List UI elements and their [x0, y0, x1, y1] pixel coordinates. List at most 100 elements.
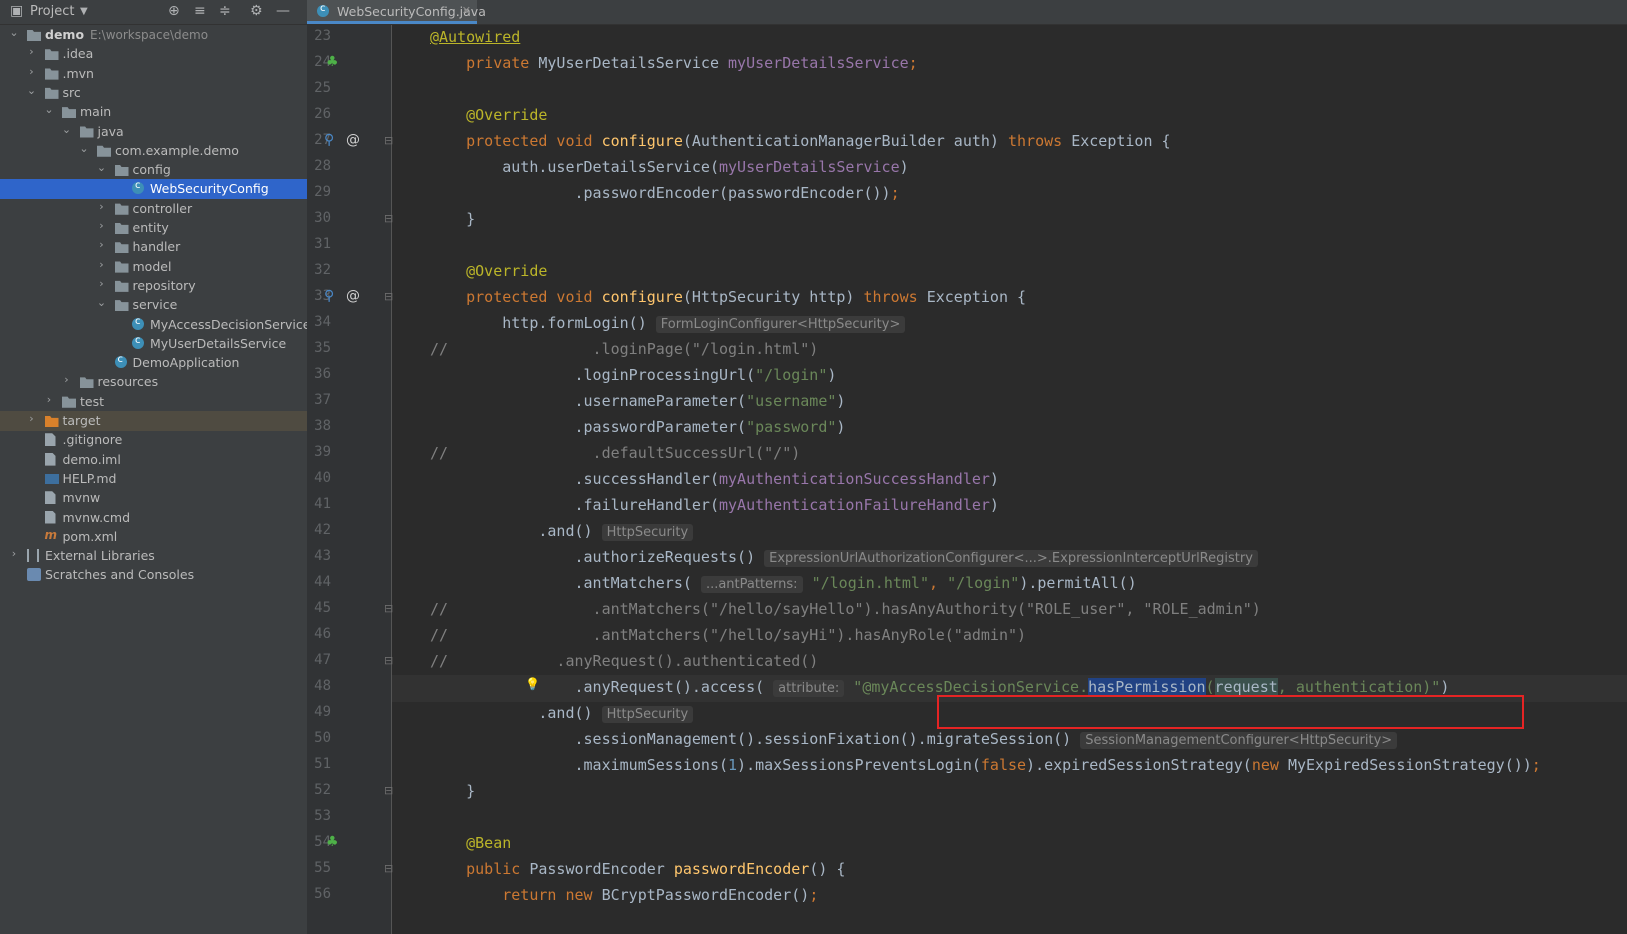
tree-item[interactable]: › repository: [0, 276, 307, 296]
chevron-right-icon[interactable]: ›: [61, 373, 73, 386]
chevron-right-icon[interactable]: ›: [26, 412, 38, 425]
chevron-down-icon[interactable]: ⌄: [78, 142, 90, 155]
code-line[interactable]: // .defaultSuccessUrl("/"): [392, 441, 1627, 468]
project-view-selector[interactable]: Project: [30, 4, 74, 19]
code-line[interactable]: // .loginPage("/login.html"): [392, 337, 1627, 364]
code-line[interactable]: .usernameParameter("username"): [392, 389, 1627, 416]
tree-item[interactable]: › .idea: [0, 44, 307, 64]
tree-item[interactable]: › entity: [0, 218, 307, 238]
code-line[interactable]: [392, 233, 1627, 260]
fold-icon[interactable]: ⊟: [384, 290, 393, 303]
code-line[interactable]: http.formLogin() FormLoginConfigurer<Htt…: [392, 311, 1627, 338]
tree-item[interactable]: HELP.md: [0, 469, 307, 489]
chevron-down-icon[interactable]: ⌄: [61, 123, 73, 136]
code-line[interactable]: [392, 77, 1627, 104]
gear-icon[interactable]: ⚙: [250, 3, 263, 19]
bean-icon[interactable]: ♣: [326, 834, 339, 850]
implements-icon[interactable]: @: [346, 132, 360, 148]
intention-bulb-icon[interactable]: 💡: [525, 677, 540, 691]
tab-websecurityconfig[interactable]: WebSecurityConfig.java ✕: [307, 0, 486, 24]
chevron-right-icon[interactable]: ›: [96, 258, 108, 271]
code-editor[interactable]: @Autowired private MyUserDetailsService …: [392, 25, 1627, 934]
tree-item[interactable]: › test: [0, 392, 307, 412]
tree-item[interactable]: ⌄ src: [0, 83, 307, 103]
code-line[interactable]: protected void configure(HttpSecurity ht…: [392, 285, 1627, 312]
code-line[interactable]: .and() HttpSecurity: [392, 519, 1627, 546]
code-line[interactable]: .maximumSessions(1).maxSessionsPreventsL…: [392, 753, 1627, 780]
chevron-right-icon[interactable]: ›: [96, 277, 108, 290]
code-line[interactable]: .authorizeRequests() ExpressionUrlAuthor…: [392, 545, 1627, 572]
override-icon[interactable]: ⚲: [324, 288, 334, 304]
fold-icon[interactable]: ⊟: [384, 654, 393, 667]
tree-item[interactable]: MyAccessDecisionService: [0, 315, 310, 335]
tree-item[interactable]: › .mvn: [0, 64, 307, 84]
chevron-down-icon[interactable]: ⌄: [96, 161, 108, 174]
code-line[interactable]: @Override: [392, 259, 1627, 286]
code-line[interactable]: .loginProcessingUrl("/login"): [392, 363, 1627, 390]
chevron-right-icon[interactable]: ›: [43, 393, 55, 406]
chevron-down-icon[interactable]: ⌄: [26, 84, 38, 97]
code-line[interactable]: // .anyRequest().authenticated(): [392, 649, 1627, 676]
implements-icon[interactable]: @: [346, 288, 360, 304]
code-line[interactable]: return new BCryptPasswordEncoder();: [392, 883, 1627, 910]
chevron-right-icon[interactable]: ›: [96, 200, 108, 213]
chevron-right-icon[interactable]: ›: [26, 45, 38, 58]
tree-item[interactable]: › handler: [0, 237, 307, 257]
tree-item[interactable]: ⌄ main: [0, 102, 307, 122]
code-line[interactable]: }: [392, 779, 1627, 806]
override-icon[interactable]: ⚲: [324, 132, 334, 148]
tree-item[interactable]: › target: [0, 411, 307, 431]
bean-icon[interactable]: ♣: [326, 54, 339, 70]
tree-item[interactable]: DemoApplication: [0, 353, 307, 373]
code-line[interactable]: .successHandler(myAuthenticationSuccessH…: [392, 467, 1627, 494]
code-line[interactable]: protected void configure(AuthenticationM…: [392, 129, 1627, 156]
tree-item[interactable]: mvnw.cmd: [0, 508, 307, 528]
tree-item[interactable]: ⌄ config: [0, 160, 307, 180]
code-line[interactable]: }: [392, 207, 1627, 234]
code-line[interactable]: .failureHandler(myAuthenticationFailureH…: [392, 493, 1627, 520]
code-line[interactable]: auth.userDetailsService(myUserDetailsSer…: [392, 155, 1627, 182]
fold-icon[interactable]: ⊟: [384, 212, 393, 225]
collapse-all-icon[interactable]: ≑: [219, 3, 231, 19]
code-line[interactable]: .passwordEncoder(passwordEncoder());: [392, 181, 1627, 208]
tree-item[interactable]: MyUserDetailsService: [0, 334, 307, 354]
chevron-right-icon[interactable]: ›: [8, 547, 20, 560]
chevron-down-icon[interactable]: ⌄: [8, 26, 20, 39]
tree-root[interactable]: ⌄ demo E:\workspace\demo: [0, 25, 307, 45]
chevron-down-icon[interactable]: ▼: [80, 6, 88, 17]
code-line[interactable]: .passwordParameter("password"): [392, 415, 1627, 442]
code-line[interactable]: @Bean: [392, 831, 1627, 858]
tree-item[interactable]: demo.iml: [0, 450, 307, 470]
code-line[interactable]: public PasswordEncoder passwordEncoder()…: [392, 857, 1627, 884]
fold-icon[interactable]: ⊟: [384, 784, 393, 797]
code-line[interactable]: // .antMatchers("/hello/sayHello").hasAn…: [392, 597, 1627, 624]
code-line[interactable]: @Autowired: [392, 25, 1627, 52]
chevron-down-icon[interactable]: ⌄: [96, 296, 108, 309]
code-line[interactable]: // .antMatchers("/hello/sayHi").hasAnyRo…: [392, 623, 1627, 650]
chevron-down-icon[interactable]: ⌄: [43, 103, 55, 116]
tree-item[interactable]: Scratches and Consoles: [0, 565, 307, 585]
chevron-right-icon[interactable]: ›: [96, 238, 108, 251]
code-line[interactable]: .sessionManagement().sessionFixation().m…: [392, 727, 1627, 754]
fold-icon[interactable]: ⊟: [384, 602, 393, 615]
tree-item[interactable]: › controller: [0, 199, 307, 219]
tree-item[interactable]: mvnw: [0, 488, 307, 508]
tree-item[interactable]: ⌄ service: [0, 295, 307, 315]
tree-item[interactable]: ⌄ com.example.demo: [0, 141, 307, 161]
tree-item[interactable]: › model: [0, 257, 307, 277]
fold-icon[interactable]: ⊟: [384, 134, 393, 147]
code-line[interactable]: .antMatchers( ...antPatterns: "/login.ht…: [392, 571, 1627, 598]
tree-item[interactable]: WebSecurityConfig: [0, 179, 307, 200]
chevron-right-icon[interactable]: ›: [26, 65, 38, 78]
tree-item[interactable]: › External Libraries: [0, 546, 307, 566]
tree-item[interactable]: m pom.xml: [0, 527, 307, 547]
close-icon[interactable]: ✕: [462, 4, 471, 17]
code-line[interactable]: [392, 805, 1627, 832]
expand-all-icon[interactable]: ≡: [194, 3, 206, 19]
tree-item[interactable]: › resources: [0, 372, 307, 392]
hide-panel-icon[interactable]: —: [276, 3, 290, 19]
code-line[interactable]: @Override: [392, 103, 1627, 130]
code-line[interactable]: private MyUserDetailsService myUserDetai…: [392, 51, 1627, 78]
tree-item[interactable]: ⌄ java: [0, 122, 307, 142]
tree-item[interactable]: .gitignore: [0, 430, 307, 450]
